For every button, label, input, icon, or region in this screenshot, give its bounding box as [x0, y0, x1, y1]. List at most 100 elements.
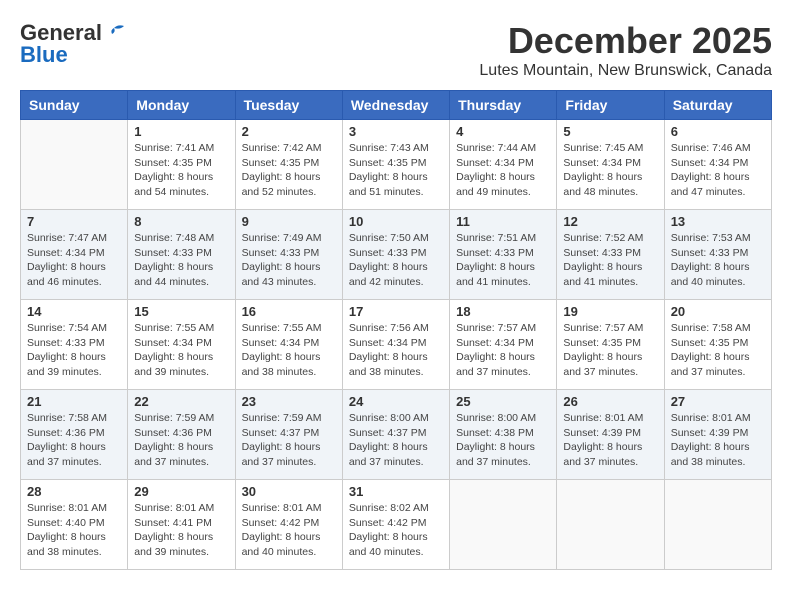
day-number: 29	[134, 484, 228, 499]
day-info: Sunrise: 7:58 AM Sunset: 4:36 PM Dayligh…	[27, 411, 121, 470]
calendar-cell: 16Sunrise: 7:55 AM Sunset: 4:34 PM Dayli…	[235, 300, 342, 390]
day-number: 30	[242, 484, 336, 499]
calendar-cell: 26 Sunrise: 8:01 AM Sunset: 4:39 PM Dayli…	[557, 390, 664, 480]
calendar-cell: 20 Sunrise: 7:58 AM Sunset: 4:35 PM Dayli…	[664, 300, 771, 390]
calendar-cell: 1 Sunrise: 7:41 AM Sunset: 4:35 PM Daylig…	[128, 120, 235, 210]
day-info: Sunrise: 8:01 AM Sunset: 4:40 PM Dayligh…	[27, 501, 121, 560]
calendar-cell: 11 Sunrise: 7:51 AM Sunset: 4:33 PM Dayli…	[450, 210, 557, 300]
day-info: Sunrise: 7:41 AM Sunset: 4:35 PM Dayligh…	[134, 141, 228, 200]
logo-bird-icon	[104, 24, 126, 42]
day-info: Sunrise: 7:43 AM Sunset: 4:35 PM Dayligh…	[349, 141, 443, 200]
day-number: 3	[349, 124, 443, 139]
day-info: Sunrise: 7:49 AM Sunset: 4:33 PM Dayligh…	[242, 231, 336, 290]
calendar-cell: 18 Sunrise: 7:57 AM Sunset: 4:34 PM Dayli…	[450, 300, 557, 390]
day-info: Sunrise: 7:57 AM Sunset: 4:34 PM Dayligh…	[456, 321, 550, 380]
day-info: Sunrise: 8:00 AM Sunset: 4:37 PM Dayligh…	[349, 411, 443, 470]
day-number: 13	[671, 214, 765, 229]
day-number: 22	[134, 394, 228, 409]
logo-blue: Blue	[20, 42, 68, 68]
day-info: Sunrise: 7:48 AM Sunset: 4:33 PM Dayligh…	[134, 231, 228, 290]
calendar-cell	[664, 480, 771, 570]
calendar-cell: 22Sunrise: 7:59 AM Sunset: 4:36 PM Dayli…	[128, 390, 235, 480]
calendar-cell: 7Sunrise: 7:47 AM Sunset: 4:34 PM Daylig…	[21, 210, 128, 300]
calendar-cell: 27 Sunrise: 8:01 AM Sunset: 4:39 PM Dayli…	[664, 390, 771, 480]
day-info: Sunrise: 7:45 AM Sunset: 4:34 PM Dayligh…	[563, 141, 657, 200]
day-info: Sunrise: 8:01 AM Sunset: 4:39 PM Dayligh…	[671, 411, 765, 470]
header-monday: Monday	[128, 91, 235, 120]
day-info: Sunrise: 7:44 AM Sunset: 4:34 PM Dayligh…	[456, 141, 550, 200]
calendar-cell: 23 Sunrise: 7:59 AM Sunset: 4:37 PM Dayli…	[235, 390, 342, 480]
calendar-week-row: 7Sunrise: 7:47 AM Sunset: 4:34 PM Daylig…	[21, 210, 772, 300]
day-info: Sunrise: 8:00 AM Sunset: 4:38 PM Dayligh…	[456, 411, 550, 470]
day-info: Sunrise: 7:54 AM Sunset: 4:33 PM Dayligh…	[27, 321, 121, 380]
logo: General Blue	[20, 20, 128, 68]
calendar-cell: 30 Sunrise: 8:01 AM Sunset: 4:42 PM Dayli…	[235, 480, 342, 570]
calendar-week-row: 1 Sunrise: 7:41 AM Sunset: 4:35 PM Daylig…	[21, 120, 772, 210]
calendar-cell: 31 Sunrise: 8:02 AM Sunset: 4:42 PM Dayli…	[342, 480, 449, 570]
day-number: 23	[242, 394, 336, 409]
calendar-cell: 4Sunrise: 7:44 AM Sunset: 4:34 PM Daylig…	[450, 120, 557, 210]
day-info: Sunrise: 8:01 AM Sunset: 4:39 PM Dayligh…	[563, 411, 657, 470]
header-wednesday: Wednesday	[342, 91, 449, 120]
day-info: Sunrise: 8:02 AM Sunset: 4:42 PM Dayligh…	[349, 501, 443, 560]
calendar-cell: 2 Sunrise: 7:42 AM Sunset: 4:35 PM Daylig…	[235, 120, 342, 210]
day-number: 19	[563, 304, 657, 319]
day-info: Sunrise: 7:55 AM Sunset: 4:34 PM Dayligh…	[134, 321, 228, 380]
day-info: Sunrise: 7:50 AM Sunset: 4:33 PM Dayligh…	[349, 231, 443, 290]
day-number: 7	[27, 214, 121, 229]
day-number: 27	[671, 394, 765, 409]
day-number: 26	[563, 394, 657, 409]
header-thursday: Thursday	[450, 91, 557, 120]
calendar-week-row: 28 Sunrise: 8:01 AM Sunset: 4:40 PM Dayli…	[21, 480, 772, 570]
calendar-header-row: SundayMondayTuesdayWednesdayThursdayFrid…	[21, 91, 772, 120]
calendar-cell: 28 Sunrise: 8:01 AM Sunset: 4:40 PM Dayli…	[21, 480, 128, 570]
day-number: 31	[349, 484, 443, 499]
header-sunday: Sunday	[21, 91, 128, 120]
day-number: 17	[349, 304, 443, 319]
day-info: Sunrise: 7:51 AM Sunset: 4:33 PM Dayligh…	[456, 231, 550, 290]
day-number: 9	[242, 214, 336, 229]
day-number: 11	[456, 214, 550, 229]
calendar-table: SundayMondayTuesdayWednesdayThursdayFrid…	[20, 90, 772, 570]
calendar-cell	[450, 480, 557, 570]
calendar-cell	[557, 480, 664, 570]
day-number: 18	[456, 304, 550, 319]
day-number: 10	[349, 214, 443, 229]
header-saturday: Saturday	[664, 91, 771, 120]
calendar-cell: 19Sunrise: 7:57 AM Sunset: 4:35 PM Dayli…	[557, 300, 664, 390]
calendar-cell: 29Sunrise: 8:01 AM Sunset: 4:41 PM Dayli…	[128, 480, 235, 570]
calendar-cell: 5 Sunrise: 7:45 AM Sunset: 4:34 PM Daylig…	[557, 120, 664, 210]
calendar-cell: 25 Sunrise: 8:00 AM Sunset: 4:38 PM Dayli…	[450, 390, 557, 480]
day-number: 12	[563, 214, 657, 229]
day-info: Sunrise: 7:42 AM Sunset: 4:35 PM Dayligh…	[242, 141, 336, 200]
day-info: Sunrise: 7:55 AM Sunset: 4:34 PM Dayligh…	[242, 321, 336, 380]
calendar-cell: 10 Sunrise: 7:50 AM Sunset: 4:33 PM Dayli…	[342, 210, 449, 300]
calendar-week-row: 21Sunrise: 7:58 AM Sunset: 4:36 PM Dayli…	[21, 390, 772, 480]
day-number: 15	[134, 304, 228, 319]
page-header: General Blue December 2025 Lutes Mountai…	[20, 20, 772, 80]
day-info: Sunrise: 7:58 AM Sunset: 4:35 PM Dayligh…	[671, 321, 765, 380]
calendar-cell: 8 Sunrise: 7:48 AM Sunset: 4:33 PM Daylig…	[128, 210, 235, 300]
day-number: 24	[349, 394, 443, 409]
month-year-title: December 2025	[479, 20, 772, 62]
day-number: 25	[456, 394, 550, 409]
day-number: 8	[134, 214, 228, 229]
day-info: Sunrise: 8:01 AM Sunset: 4:42 PM Dayligh…	[242, 501, 336, 560]
calendar-cell: 3 Sunrise: 7:43 AM Sunset: 4:35 PM Daylig…	[342, 120, 449, 210]
day-number: 20	[671, 304, 765, 319]
day-number: 6	[671, 124, 765, 139]
day-number: 28	[27, 484, 121, 499]
day-number: 5	[563, 124, 657, 139]
calendar-cell	[21, 120, 128, 210]
day-info: Sunrise: 7:46 AM Sunset: 4:34 PM Dayligh…	[671, 141, 765, 200]
header-tuesday: Tuesday	[235, 91, 342, 120]
calendar-cell: 13Sunrise: 7:53 AM Sunset: 4:33 PM Dayli…	[664, 210, 771, 300]
calendar-cell: 6 Sunrise: 7:46 AM Sunset: 4:34 PM Daylig…	[664, 120, 771, 210]
day-number: 2	[242, 124, 336, 139]
day-info: Sunrise: 7:56 AM Sunset: 4:34 PM Dayligh…	[349, 321, 443, 380]
calendar-cell: 14Sunrise: 7:54 AM Sunset: 4:33 PM Dayli…	[21, 300, 128, 390]
day-info: Sunrise: 7:59 AM Sunset: 4:37 PM Dayligh…	[242, 411, 336, 470]
day-number: 1	[134, 124, 228, 139]
calendar-cell: 24 Sunrise: 8:00 AM Sunset: 4:37 PM Dayli…	[342, 390, 449, 480]
calendar-cell: 21Sunrise: 7:58 AM Sunset: 4:36 PM Dayli…	[21, 390, 128, 480]
